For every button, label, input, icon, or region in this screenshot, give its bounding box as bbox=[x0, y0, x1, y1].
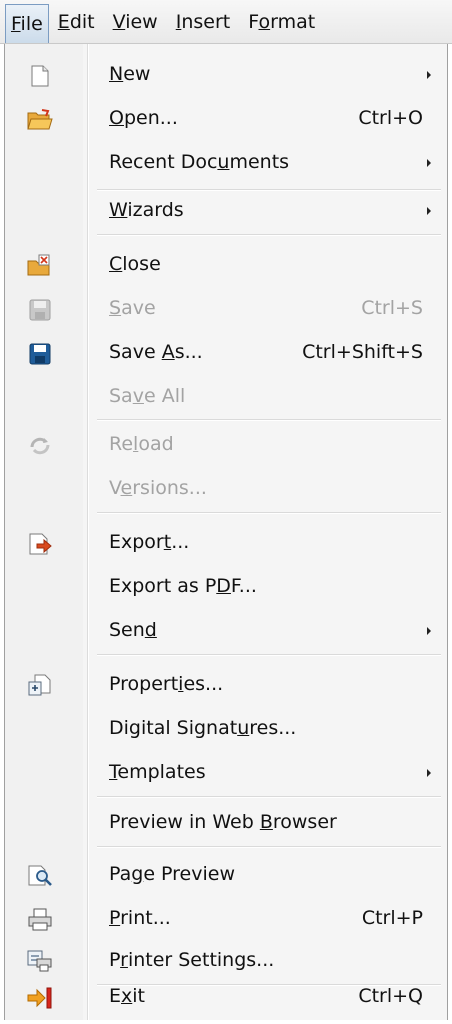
submenu-arrow-icon bbox=[427, 207, 431, 215]
menubar-file[interactable]: File bbox=[5, 3, 49, 43]
menu-separator bbox=[97, 796, 441, 798]
menu-item-save[interactable]: Save Ctrl+S bbox=[5, 288, 447, 328]
properties-icon bbox=[27, 672, 53, 696]
shortcut-label: Ctrl+O bbox=[358, 107, 423, 129]
menu-item-close[interactable]: Close bbox=[5, 244, 447, 284]
exit-icon bbox=[27, 984, 53, 1009]
menu-item-recent-documents[interactable]: Recent Documents bbox=[5, 142, 447, 182]
reload-icon bbox=[27, 432, 53, 456]
submenu-arrow-icon bbox=[427, 71, 431, 79]
shortcut-label: Ctrl+P bbox=[361, 907, 423, 929]
shortcut-label: Ctrl+Shift+S bbox=[302, 341, 423, 363]
menu-separator bbox=[97, 419, 441, 421]
menu-separator bbox=[97, 846, 441, 848]
submenu-arrow-icon bbox=[427, 769, 431, 777]
new-document-icon bbox=[27, 62, 53, 87]
menubar-format[interactable]: Format bbox=[239, 4, 324, 40]
file-menu: New Open... Ctrl+O Recent Documents Wiza… bbox=[4, 44, 448, 1020]
page-preview-icon bbox=[27, 862, 53, 886]
menu-separator bbox=[97, 512, 441, 514]
printer-icon bbox=[27, 906, 53, 931]
menu-item-export-pdf[interactable]: Export as PDF... bbox=[5, 566, 447, 606]
save-icon bbox=[27, 296, 53, 321]
menubar-view[interactable]: View bbox=[104, 4, 167, 40]
menu-item-export[interactable]: Export... bbox=[5, 522, 447, 562]
menu-item-printer-settings[interactable]: Printer Settings... bbox=[5, 940, 447, 980]
menu-item-exit[interactable]: Exit Ctrl+Q bbox=[5, 976, 447, 1016]
menu-item-print[interactable]: Print... Ctrl+P bbox=[5, 898, 447, 938]
menubar-insert[interactable]: Insert bbox=[167, 4, 240, 40]
shortcut-label: Ctrl+Q bbox=[358, 985, 423, 1007]
printer-settings-icon bbox=[27, 948, 53, 972]
menu-separator bbox=[97, 234, 441, 236]
open-folder-icon bbox=[27, 106, 53, 130]
menu-item-open[interactable]: Open... Ctrl+O bbox=[5, 98, 447, 138]
menu-item-preview-web-browser[interactable]: Preview in Web Browser bbox=[5, 802, 447, 842]
submenu-arrow-icon bbox=[427, 159, 431, 167]
shortcut-label: Ctrl+S bbox=[361, 297, 423, 319]
menu-item-send[interactable]: Send bbox=[5, 610, 447, 650]
menu-item-versions[interactable]: Versions... bbox=[5, 468, 447, 508]
menu-item-wizards[interactable]: Wizards bbox=[5, 190, 447, 230]
menu-item-save-as[interactable]: Save As... Ctrl+Shift+S bbox=[5, 332, 447, 372]
menu-item-page-preview[interactable]: Page Preview bbox=[5, 854, 447, 894]
menubar-edit[interactable]: Edit bbox=[49, 4, 104, 40]
menu-item-new[interactable]: New bbox=[5, 54, 447, 94]
save-as-icon bbox=[27, 340, 53, 365]
menu-item-templates[interactable]: Templates bbox=[5, 752, 447, 792]
menu-item-digital-signatures[interactable]: Digital Signatures... bbox=[5, 708, 447, 748]
menu-item-save-all[interactable]: Save All bbox=[5, 376, 447, 416]
menu-separator bbox=[97, 654, 441, 656]
close-document-icon bbox=[27, 252, 53, 276]
submenu-arrow-icon bbox=[427, 627, 431, 635]
menu-item-properties[interactable]: Properties... bbox=[5, 664, 447, 704]
menu-bar: File Edit View Insert Format bbox=[0, 0, 452, 44]
menu-item-reload[interactable]: Reload bbox=[5, 424, 447, 464]
export-icon bbox=[27, 530, 53, 555]
